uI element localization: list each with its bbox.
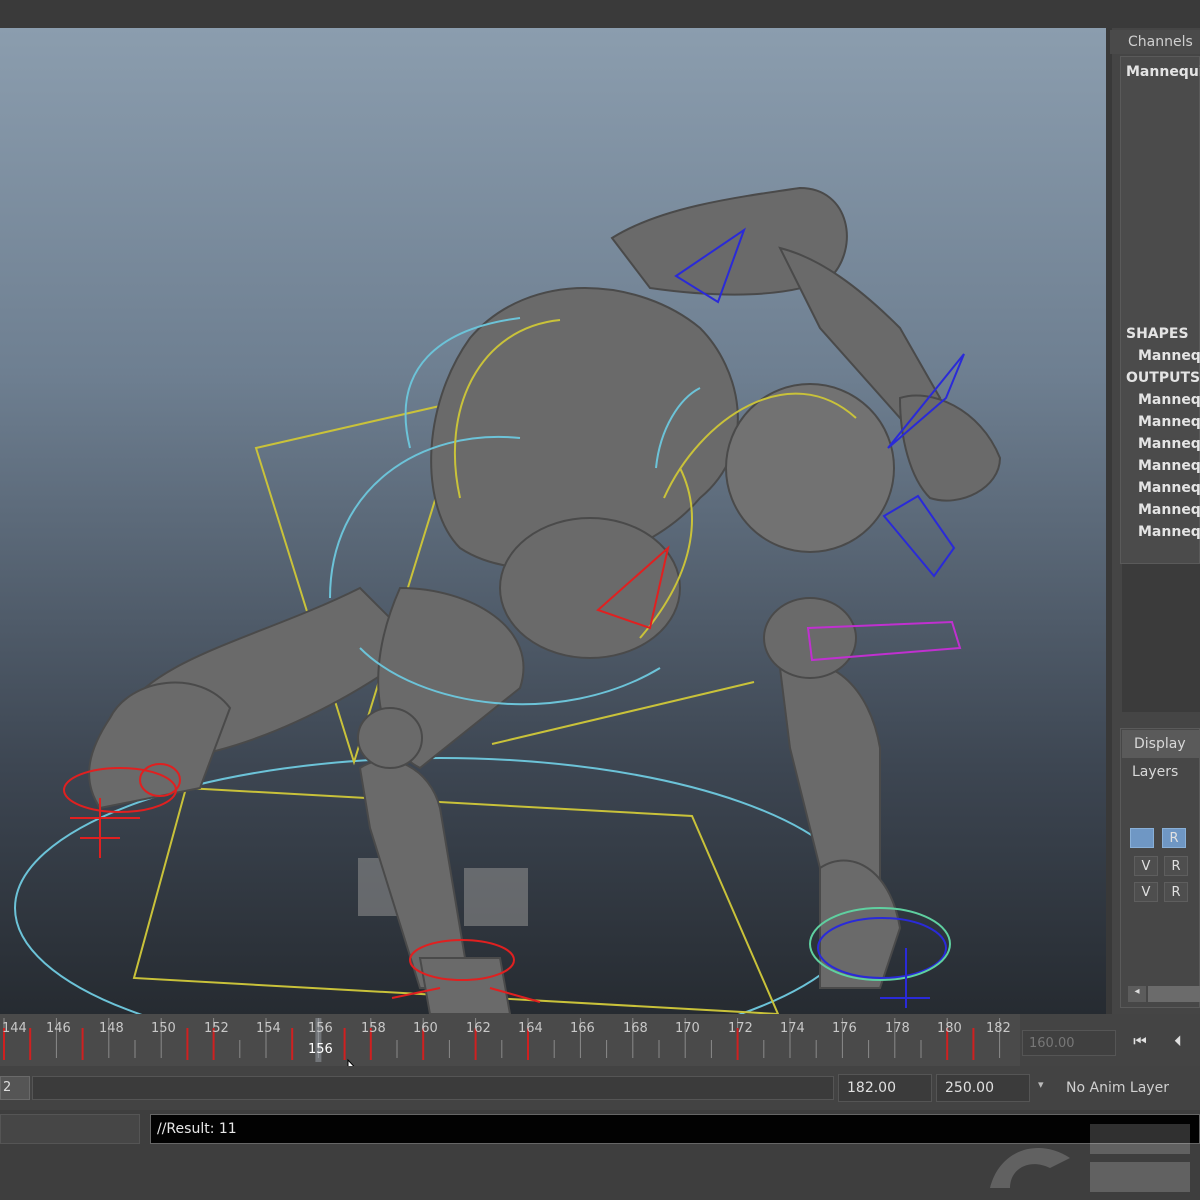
anim-layer-dropdown-icon[interactable]: ▾: [1038, 1078, 1044, 1091]
playback-end-field[interactable]: 182.00: [838, 1074, 932, 1102]
tick-label: 162: [466, 1021, 491, 1036]
tick-label: 172: [728, 1021, 753, 1036]
current-frame-indicator: 156: [308, 1042, 333, 1057]
tick-label: 154: [256, 1021, 281, 1036]
output-node[interactable]: Manneq: [1138, 524, 1200, 540]
tick-label: 166: [570, 1021, 595, 1036]
output-node[interactable]: Manneq: [1138, 480, 1200, 496]
layer-visibility-toggle[interactable]: V: [1134, 882, 1158, 902]
current-time-field[interactable]: 160.00: [1022, 1030, 1116, 1056]
tick-label: 178: [885, 1021, 910, 1036]
output-node[interactable]: Manneq: [1138, 458, 1200, 474]
tick-label: 146: [46, 1021, 71, 1036]
mannequin-body: [88, 186, 1002, 1014]
anim-layer-label[interactable]: No Anim Layer: [1066, 1080, 1169, 1096]
tick-label: 168: [623, 1021, 648, 1036]
maya-window: Channels Mannequi SHAPES Manneq OUTPUTS …: [0, 0, 1200, 1200]
range-slider-bar[interactable]: [32, 1076, 834, 1100]
tick-label: 160: [413, 1021, 438, 1036]
right-foot: [819, 859, 902, 989]
knee-left: [357, 707, 423, 769]
tick-label: 150: [151, 1021, 176, 1036]
shapes-section-label: SHAPES: [1126, 326, 1189, 342]
tick-label: 158: [361, 1021, 386, 1036]
viewport-scene: [14, 186, 1002, 1014]
tick-label: 180: [937, 1021, 962, 1036]
command-input[interactable]: [0, 1114, 140, 1144]
pelvis: [499, 517, 681, 659]
tick-label: 156: [308, 1021, 333, 1036]
outputs-section-label: OUTPUTS: [1126, 370, 1200, 386]
tab-display[interactable]: Display: [1122, 730, 1200, 758]
tick-label: 174: [780, 1021, 805, 1036]
step-to-start-icon[interactable]: ⏮: [1126, 1032, 1154, 1054]
tick-label: 152: [204, 1021, 229, 1036]
layer-reference-toggle[interactable]: R: [1164, 856, 1188, 876]
tick-label: 176: [832, 1021, 857, 1036]
tick-label: 148: [99, 1021, 124, 1036]
channel-box-header[interactable]: Channels: [1110, 30, 1200, 54]
layers-menu[interactable]: Layers: [1132, 764, 1178, 780]
scroll-left-arrow-icon[interactable]: ◂: [1128, 986, 1146, 1002]
animation-end-field[interactable]: 250.00: [936, 1074, 1030, 1102]
foot-grid-right: [464, 868, 528, 926]
top-toolbar-strip: [0, 0, 1200, 28]
head: [725, 383, 895, 553]
elbow-pv-blue: [882, 494, 956, 578]
range-start-field[interactable]: 2: [0, 1076, 30, 1100]
hip-line-control: [491, 681, 755, 745]
channel-box-empty-area: [1122, 564, 1200, 712]
time-slider[interactable]: 144 146 148 150 152 154 156 158 160 162 …: [0, 1014, 1020, 1066]
front-foot: [418, 957, 512, 1014]
channel-box-object-name[interactable]: Mannequi: [1126, 64, 1200, 80]
tick-label: 170: [675, 1021, 700, 1036]
output-node[interactable]: Manneq: [1138, 502, 1200, 518]
3d-viewport[interactable]: [0, 28, 1106, 1014]
horizontal-scrollbar[interactable]: [1148, 986, 1200, 1002]
output-node[interactable]: Manneq: [1138, 436, 1200, 452]
layer-visibility-toggle[interactable]: V: [1134, 856, 1158, 876]
layer-reference-toggle[interactable]: R: [1162, 828, 1186, 848]
step-back-icon[interactable]: ⏴: [1164, 1032, 1192, 1054]
tick-label: 164: [518, 1021, 543, 1036]
layer-reference-toggle[interactable]: R: [1164, 882, 1188, 902]
tick-label: 144: [2, 1021, 27, 1036]
layer-visibility-toggle[interactable]: [1130, 828, 1154, 848]
forearm-hand: [898, 394, 1002, 502]
output-node[interactable]: Manneq: [1138, 414, 1200, 430]
shape-node[interactable]: Manneq: [1138, 348, 1200, 364]
output-node[interactable]: Manneq: [1138, 392, 1200, 408]
watermark-logo-icon: [990, 1124, 1190, 1192]
tick-label: 182: [986, 1021, 1011, 1036]
